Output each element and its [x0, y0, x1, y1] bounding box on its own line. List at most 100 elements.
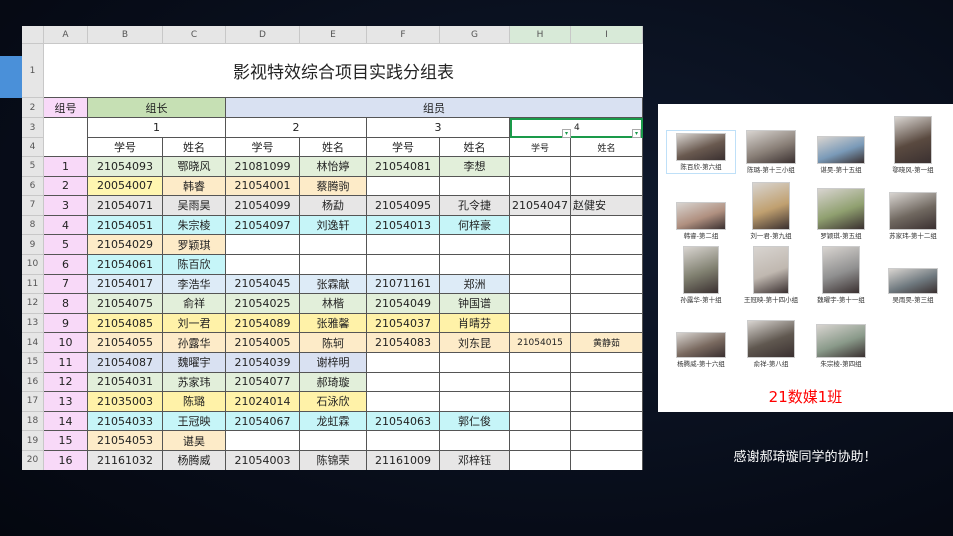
row-header-6[interactable]: 6: [22, 176, 44, 197]
group-number-cell[interactable]: 7: [44, 274, 88, 295]
photo-item[interactable]: 俞祥-第八组: [736, 320, 806, 368]
student-id-cell[interactable]: 21054099: [226, 196, 300, 216]
student-name-cell[interactable]: 朱宗棱: [163, 215, 226, 236]
student-name-cell[interactable]: 蔡腾驹: [300, 176, 367, 197]
student-id-cell[interactable]: [367, 372, 440, 393]
student-id-cell[interactable]: [510, 176, 571, 197]
student-id-cell[interactable]: 21054025: [226, 294, 300, 314]
photo-item[interactable]: 王冠映-第十四小组: [736, 246, 806, 304]
student-id-cell[interactable]: 21054013: [367, 215, 440, 236]
student-id-cell[interactable]: [510, 215, 571, 236]
student-id-cell[interactable]: 21054033: [88, 411, 163, 432]
row-header-4[interactable]: 4: [22, 138, 44, 157]
row-header-19[interactable]: 19: [22, 431, 44, 451]
column-header-G[interactable]: G: [440, 26, 510, 44]
subgroup-number-4[interactable]: 4: [510, 118, 643, 138]
group-number-cell[interactable]: 8: [44, 294, 88, 314]
student-id-cell[interactable]: 21035003: [88, 392, 163, 412]
members-header[interactable]: 组员: [226, 98, 643, 118]
student-id-cell[interactable]: 21054005: [226, 333, 300, 353]
student-name-cell[interactable]: 陈轲: [300, 333, 367, 353]
student-name-cell[interactable]: [571, 215, 643, 236]
student-id-cell[interactable]: 21024014: [226, 392, 300, 412]
student-id-cell[interactable]: 21054051: [88, 215, 163, 236]
student-id-cell[interactable]: [226, 431, 300, 451]
group-number-cell[interactable]: 14: [44, 411, 88, 432]
row-header-14[interactable]: 14: [22, 333, 44, 353]
student-name-cell[interactable]: 郭仁俊: [440, 411, 510, 432]
row-header-2[interactable]: 2: [22, 98, 44, 118]
student-id-cell[interactable]: 21054081: [367, 157, 440, 177]
student-id-cell[interactable]: 21054017: [88, 274, 163, 295]
student-name-cell[interactable]: 杨腾威: [163, 451, 226, 470]
student-name-cell[interactable]: 罗颖琪: [163, 235, 226, 255]
student-name-cell[interactable]: 邓梓钰: [440, 451, 510, 470]
row-header-18[interactable]: 18: [22, 411, 44, 432]
group-number-cell[interactable]: 11: [44, 353, 88, 373]
row-header-17[interactable]: 17: [22, 392, 44, 412]
column-header-F[interactable]: F: [367, 26, 440, 44]
student-name-cell[interactable]: [571, 294, 643, 314]
column-header-H[interactable]: H: [510, 26, 571, 44]
student-id-cell[interactable]: [510, 451, 571, 470]
student-id-cell[interactable]: 21071161: [367, 274, 440, 295]
student-id-cell[interactable]: [510, 372, 571, 393]
student-name-cell[interactable]: [440, 255, 510, 275]
student-name-cell[interactable]: 张霖献: [300, 274, 367, 295]
student-name-cell[interactable]: 李想: [440, 157, 510, 177]
student-name-cell[interactable]: 龙虹霖: [300, 411, 367, 432]
student-name-cell[interactable]: 钟国谱: [440, 294, 510, 314]
student-id-cell[interactable]: 21054045: [226, 274, 300, 295]
student-id-header[interactable]: 学号: [367, 138, 440, 157]
student-id-cell[interactable]: [367, 176, 440, 197]
student-id-cell[interactable]: [510, 255, 571, 275]
student-id-cell[interactable]: [226, 255, 300, 275]
student-name-cell[interactable]: 孙露华: [163, 333, 226, 353]
name-header[interactable]: 姓名: [300, 138, 367, 157]
student-name-cell[interactable]: [571, 157, 643, 177]
row-header-11[interactable]: 11: [22, 274, 44, 295]
column-header-C[interactable]: C: [163, 26, 226, 44]
student-id-cell[interactable]: 21054093: [88, 157, 163, 177]
student-name-cell[interactable]: 刘东昆: [440, 333, 510, 353]
group-number-cell[interactable]: 12: [44, 372, 88, 393]
student-name-cell[interactable]: 林楷: [300, 294, 367, 314]
student-id-cell[interactable]: 21054029: [88, 235, 163, 255]
student-id-cell[interactable]: 21054061: [88, 255, 163, 275]
student-id-header[interactable]: 学号: [510, 138, 571, 157]
dropdown-arrow-icon[interactable]: ▾: [632, 129, 641, 138]
student-id-cell[interactable]: 21054003: [226, 451, 300, 470]
group-no-header[interactable]: 组号: [44, 98, 88, 118]
student-name-cell[interactable]: [440, 372, 510, 393]
student-name-cell[interactable]: [440, 431, 510, 451]
student-name-cell[interactable]: [440, 235, 510, 255]
student-id-cell[interactable]: 21161009: [367, 451, 440, 470]
student-name-cell[interactable]: 韩睿: [163, 176, 226, 197]
photo-item[interactable]: 陈璐-第十三小组: [736, 130, 806, 174]
student-id-cell[interactable]: 21054095: [367, 196, 440, 216]
group-number-cell[interactable]: 2: [44, 176, 88, 197]
group-number-cell[interactable]: 3: [44, 196, 88, 216]
student-id-cell[interactable]: [367, 235, 440, 255]
student-id-cell[interactable]: 21054077: [226, 372, 300, 393]
group-number-cell[interactable]: 1: [44, 157, 88, 177]
student-id-cell[interactable]: 21161032: [88, 451, 163, 470]
student-name-cell[interactable]: 林怡婷: [300, 157, 367, 177]
group-number-cell[interactable]: 13: [44, 392, 88, 412]
blank-cell[interactable]: [44, 118, 88, 157]
student-name-cell[interactable]: 鄂晓风: [163, 157, 226, 177]
student-name-cell[interactable]: 谌昊: [163, 431, 226, 451]
student-id-cell[interactable]: 21054001: [226, 176, 300, 197]
student-id-cell[interactable]: [510, 392, 571, 412]
student-name-cell[interactable]: 俞祥: [163, 294, 226, 314]
student-id-cell[interactable]: 21054053: [88, 431, 163, 451]
student-name-cell[interactable]: [300, 255, 367, 275]
student-name-cell[interactable]: [571, 255, 643, 275]
student-id-cell[interactable]: [510, 411, 571, 432]
student-name-cell[interactable]: [300, 235, 367, 255]
student-id-cell[interactable]: 20054007: [88, 176, 163, 197]
photo-item[interactable]: 罗颖琪-第五组: [806, 188, 876, 240]
photo-item[interactable]: 韩睿-第二组: [666, 202, 736, 240]
student-id-cell[interactable]: 21054047: [510, 196, 571, 216]
subgroup-number-2[interactable]: 2: [226, 118, 367, 138]
